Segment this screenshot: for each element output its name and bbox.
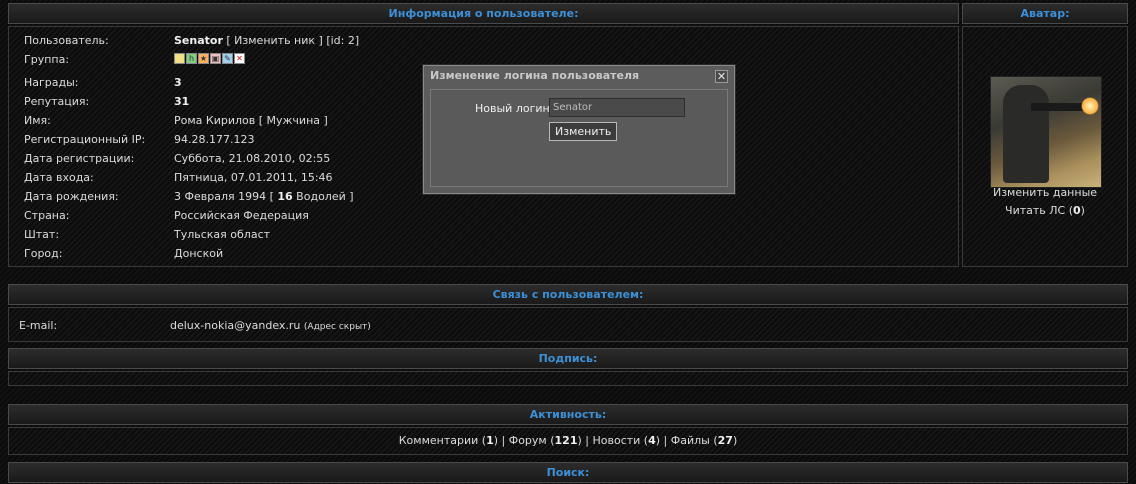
group-icon-5: ✎ bbox=[222, 53, 233, 64]
new-login-label: Новый логин: bbox=[475, 102, 554, 115]
avatar-image bbox=[990, 76, 1102, 188]
info-value: Российская Федерация bbox=[174, 209, 309, 222]
email-label: E-mail: bbox=[19, 319, 58, 332]
info-row-state: Штат: Тульская област bbox=[24, 225, 954, 244]
new-login-input[interactable] bbox=[549, 98, 685, 117]
reputation-count: 31 bbox=[174, 95, 190, 108]
search-header: Поиск: bbox=[8, 462, 1128, 483]
user-info-header: Информация о пользователе: bbox=[8, 3, 959, 24]
avatar-muzzle-flash bbox=[1081, 97, 1099, 115]
info-label: Регистрационный IP: bbox=[24, 133, 146, 146]
close-icon[interactable]: ✕ bbox=[715, 70, 728, 83]
info-label: Награды: bbox=[24, 76, 79, 89]
info-value: Суббота, 21.08.2010, 02:55 bbox=[174, 152, 331, 165]
info-value: Донской bbox=[174, 247, 224, 260]
info-label: Репутация: bbox=[24, 95, 90, 108]
info-label: Группа: bbox=[24, 53, 70, 66]
info-row-user: Пользователь: Senator [ Изменить ник ] [… bbox=[24, 31, 954, 50]
change-login-dialog: Изменение логина пользователя ✕ Новый ло… bbox=[423, 65, 735, 194]
change-nick-link[interactable]: [ Изменить ник ] [id: 2] bbox=[223, 34, 359, 47]
avatar-gun bbox=[1031, 103, 1086, 111]
info-label: Город: bbox=[24, 247, 63, 260]
info-label: Имя: bbox=[24, 114, 51, 127]
pm-label: Читать ЛС ( bbox=[1005, 204, 1073, 217]
dialog-body: Новый логин: Изменить bbox=[430, 89, 728, 187]
group-icon-3: ★ bbox=[198, 53, 209, 64]
info-value: 3 bbox=[174, 73, 182, 92]
info-value: 31 bbox=[174, 92, 189, 111]
avatar-figure bbox=[1003, 85, 1049, 183]
info-value: 94.28.177.123 bbox=[174, 133, 255, 146]
group-icon-6: ✕ bbox=[234, 53, 245, 64]
group-icon-1 bbox=[174, 53, 185, 64]
username-value: Senator [ Изменить ник ] [id: 2] bbox=[174, 31, 359, 50]
zodiac: Водолей ] bbox=[292, 190, 354, 203]
activity-files[interactable]: Файлы (27) bbox=[671, 434, 737, 447]
email-address[interactable]: delux-nokia@yandex.ru bbox=[170, 319, 300, 332]
edit-profile-link[interactable]: Изменить данные bbox=[962, 186, 1128, 199]
info-value: Рома Кирилов [ Мужчина ] bbox=[174, 114, 328, 127]
info-row-city: Город: Донской bbox=[24, 244, 954, 263]
age: 16 bbox=[277, 190, 293, 203]
info-label: Пользователь: bbox=[24, 34, 109, 47]
activity-summary: Комментарии (1) | Форум (121) | Новости … bbox=[398, 434, 738, 447]
info-value: 3 Февраля 1994 [ 16 Водолей ] bbox=[174, 187, 354, 206]
info-value: Тульская област bbox=[174, 228, 271, 241]
info-label: Дата входа: bbox=[24, 171, 94, 184]
signature-panel bbox=[8, 371, 1128, 386]
email-value: delux-nokia@yandex.ru (Адрес скрыт) bbox=[170, 319, 371, 332]
group-icon-2: h bbox=[186, 53, 197, 64]
contact-panel: E-mail: delux-nokia@yandex.ru (Адрес скр… bbox=[8, 307, 1128, 342]
info-label: Страна: bbox=[24, 209, 70, 222]
info-value: Пятница, 07.01.2011, 15:46 bbox=[174, 171, 333, 184]
activity-forum[interactable]: Форум (121) bbox=[509, 434, 582, 447]
info-row-country: Страна: Российская Федерация bbox=[24, 206, 954, 225]
info-label: Дата регистрации: bbox=[24, 152, 135, 165]
username: Senator bbox=[174, 34, 223, 47]
info-label: Дата рождения: bbox=[24, 190, 119, 203]
signature-header: Подпись: bbox=[8, 348, 1128, 369]
activity-news[interactable]: Новости (4) bbox=[592, 434, 660, 447]
group-icon-4: ▣ bbox=[210, 53, 221, 64]
contact-header: Связь с пользователем: bbox=[8, 284, 1128, 305]
awards-count: 3 bbox=[174, 76, 182, 89]
birthdate: 3 Февраля 1994 [ bbox=[174, 190, 278, 203]
activity-header: Активность: bbox=[8, 404, 1128, 425]
pm-count: 0 bbox=[1073, 204, 1081, 217]
change-login-button[interactable]: Изменить bbox=[549, 122, 618, 141]
group-icons: h ★ ▣ ✎ ✕ bbox=[174, 53, 245, 64]
email-hidden-note: (Адрес скрыт) bbox=[303, 322, 371, 332]
dialog-title: Изменение логина пользователя bbox=[430, 69, 640, 82]
pm-close: ) bbox=[1080, 204, 1085, 217]
read-pm-link[interactable]: Читать ЛС (0) bbox=[962, 204, 1128, 217]
activity-comments[interactable]: Комментарии (1) bbox=[399, 434, 498, 447]
info-label: Штат: bbox=[24, 228, 60, 241]
avatar-header: Аватар: bbox=[962, 3, 1128, 24]
